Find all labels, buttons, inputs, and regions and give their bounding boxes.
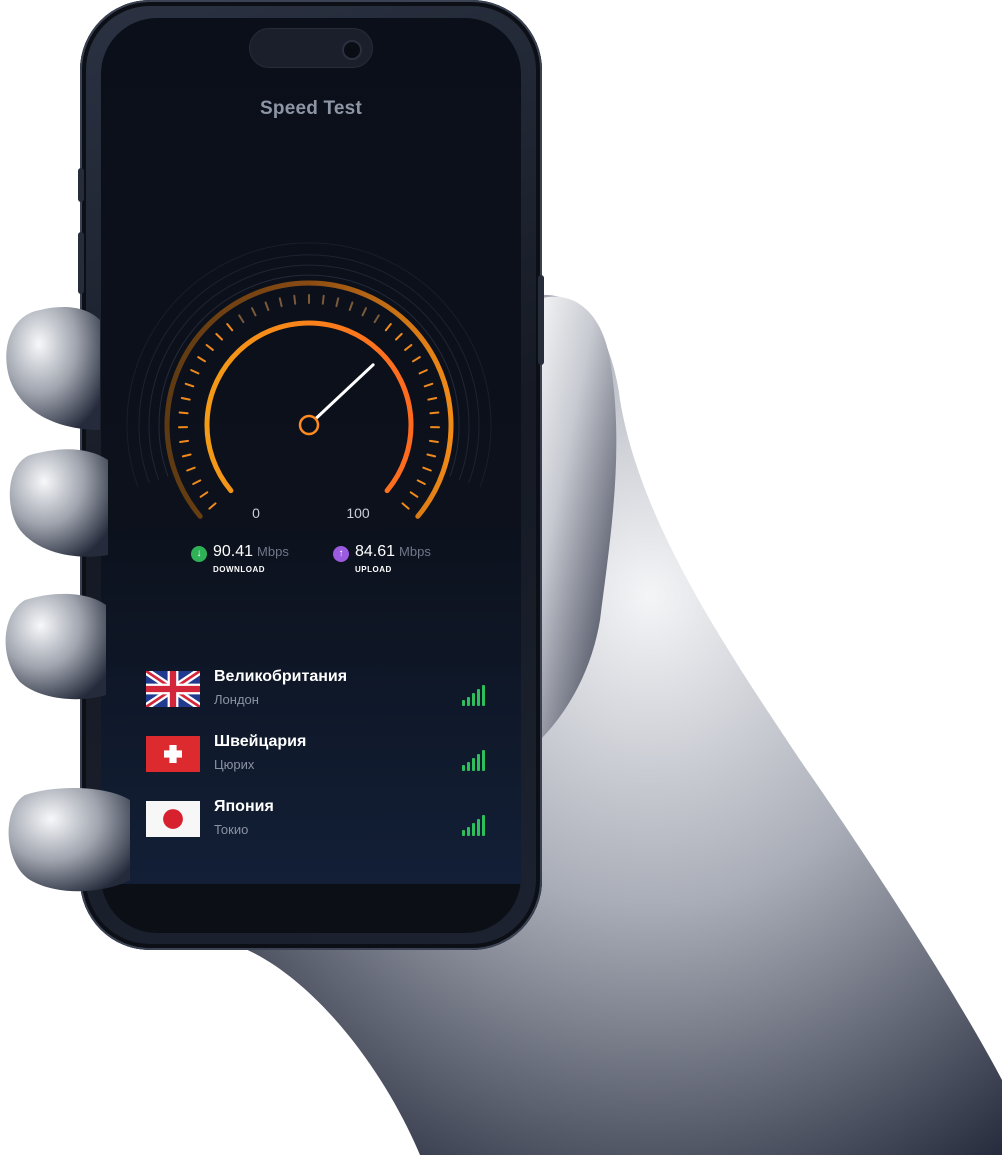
upload-value: 84.61: [355, 543, 396, 560]
gauge-ring: [138, 254, 480, 484]
gauge-min-label: 0: [252, 505, 260, 521]
gauge-tick: [192, 479, 202, 485]
gauge-svg: 0 100: [126, 242, 492, 521]
switzerland-flag-icon: [146, 736, 200, 772]
gauge-tick: [208, 502, 217, 510]
server-item-switzerland[interactable]: Швейцария Цюрих: [146, 733, 486, 777]
gauge-tick: [401, 502, 410, 510]
arrow-up-icon: ↑: [333, 546, 349, 562]
gauge-tick: [186, 466, 196, 472]
gauge-max-label: 100: [346, 505, 370, 521]
gauge-tick: [429, 411, 440, 415]
gauge-tick: [361, 307, 367, 317]
server-country: Япония: [214, 798, 274, 815]
camera-icon: [342, 40, 362, 60]
action-button: [78, 168, 84, 202]
gauge-tick: [181, 453, 192, 458]
gauge-tick: [180, 397, 191, 401]
power-button: [538, 275, 544, 365]
upload-unit: Mbps: [399, 544, 431, 559]
bottom-bar: [101, 884, 521, 933]
gauge-tick: [190, 369, 200, 375]
gauge-ring: [158, 274, 460, 477]
gauge-tick: [422, 466, 432, 472]
volume-up-button: [78, 232, 84, 294]
gauge-tick: [226, 323, 234, 332]
gauge-tick: [251, 307, 257, 317]
gauge-tick: [384, 323, 392, 332]
gauge-tick: [348, 301, 354, 311]
gauge-tick: [404, 344, 413, 351]
server-city: Лондон: [214, 692, 259, 707]
gauge-tick: [178, 411, 189, 415]
gauge-progress-arc: [204, 320, 414, 494]
server-country: Великобритания: [214, 668, 348, 685]
phone-screen: Speed Test 0 100 ↓ 90.41 Mbps DOWNLOAD ↑…: [101, 18, 521, 933]
signal-strength-icon: [462, 814, 486, 836]
speed-gauge: 0 100: [101, 233, 521, 533]
gauge-tick: [184, 382, 195, 388]
gauge-hub: [298, 414, 320, 436]
signal-strength-icon: [462, 749, 486, 771]
gauge-tick: [238, 314, 245, 324]
gauge-needle: [307, 363, 375, 427]
upload-label: UPLOAD: [355, 565, 392, 574]
server-city: Токио: [214, 822, 249, 837]
gauge-tick: [205, 344, 214, 351]
gauge-tick: [427, 397, 438, 401]
gauge-tick: [197, 356, 206, 363]
gauge-tick: [293, 294, 297, 305]
gauge-tick: [395, 332, 403, 341]
gauge-tick: [335, 297, 340, 308]
gauge-tick: [321, 294, 325, 305]
upload-value-row: 84.61 Mbps: [355, 543, 431, 561]
gauge-tick: [409, 491, 419, 498]
japan-flag-icon: [146, 801, 200, 837]
gauge-tick: [373, 314, 380, 324]
gauge-tick: [278, 297, 283, 308]
scene: Speed Test 0 100 ↓ 90.41 Mbps DOWNLOAD ↑…: [0, 0, 1002, 1155]
server-item-uk[interactable]: Великобритания Лондон: [146, 668, 486, 712]
dynamic-island: [249, 28, 373, 68]
server-item-japan[interactable]: Япония Токио: [146, 798, 486, 842]
gauge-tick: [426, 453, 437, 458]
gauge-tick: [215, 332, 223, 341]
gauge-tick: [429, 439, 439, 443]
arrow-down-icon: ↓: [191, 546, 207, 562]
server-country: Швейцария: [214, 733, 307, 750]
signal-strength-icon: [462, 684, 486, 706]
gauge-ticks: [178, 294, 440, 510]
uk-flag-icon: [146, 671, 200, 707]
gauge-tick: [416, 479, 426, 485]
gauge-tick: [264, 301, 270, 311]
download-value-row: 90.41 Mbps: [213, 543, 289, 561]
download-value: 90.41: [213, 543, 254, 560]
gauge-tick: [423, 382, 434, 388]
download-unit: Mbps: [257, 544, 289, 559]
gauge-tick: [179, 439, 189, 443]
page-title: Speed Test: [260, 98, 362, 119]
download-label: DOWNLOAD: [213, 565, 265, 574]
server-city: Цюрих: [214, 757, 255, 772]
gauge-tick: [412, 356, 421, 363]
gauge-tick: [418, 369, 428, 375]
gauge-tick: [199, 491, 209, 498]
